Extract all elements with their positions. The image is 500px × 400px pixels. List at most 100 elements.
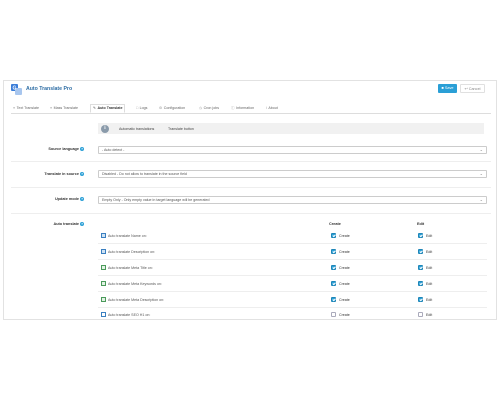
save-button-label: Save (444, 86, 454, 90)
help-icon[interactable]: ? (80, 172, 84, 176)
source-language-value: - Auto detect - (102, 148, 125, 152)
image-icon (101, 233, 106, 239)
edit-label: Edit (426, 234, 433, 238)
source-language-label-text: Source language (48, 147, 79, 151)
checkbox-checked-icon (418, 249, 423, 255)
create-label: Create (339, 250, 350, 254)
item-label: Auto translate SEO H1 on: (108, 313, 151, 317)
cancel-button-label: Cancel (468, 87, 481, 91)
edit-checkbox[interactable]: Edit (418, 249, 432, 255)
save-button[interactable]: ■ Save (438, 84, 457, 93)
tab-label: Auto Translate (97, 106, 123, 110)
update-mode-value: Empty Only - Only empty value in target … (102, 198, 210, 202)
row-divider (11, 161, 491, 162)
create-label: Create (339, 298, 350, 302)
auto-translate-label-text: Auto translate (53, 222, 79, 226)
help-icon[interactable]: ? (80, 222, 84, 226)
svg-text:G: G (13, 86, 17, 92)
cancel-button[interactable]: ↩ Cancel (460, 84, 485, 93)
checkbox-checked-icon (331, 233, 336, 239)
edit-checkbox[interactable]: Edit (418, 281, 432, 287)
list-item: Auto translate Description on: (101, 248, 155, 256)
tab-text-translate[interactable]: ≡ Text Translate (11, 104, 41, 113)
item-label: Auto translate Meta Keywords on: (108, 282, 162, 286)
item-label: Auto translate Name on: (108, 234, 147, 238)
edit-checkbox[interactable]: Edit (418, 265, 432, 271)
text-icon: ≡ (13, 106, 16, 110)
row-divider (98, 291, 487, 292)
chevron-down-icon: ⌄ (479, 171, 483, 176)
list-item: Auto translate Meta Keywords on: (101, 280, 162, 288)
row-divider (11, 187, 491, 188)
tab-divider (11, 113, 491, 114)
create-checkbox[interactable]: Create (331, 312, 350, 318)
item-label: Auto translate Meta Description on: (108, 298, 165, 302)
translate-in-source-select[interactable]: Disabled - Do not allow to translate in … (98, 170, 487, 178)
subtab-translate-button[interactable]: Translate button (168, 127, 194, 131)
create-checkbox[interactable]: Create (331, 265, 350, 271)
update-mode-label: Update mode? (55, 197, 84, 201)
row-divider (98, 307, 487, 308)
update-mode-select[interactable]: Empty Only - Only empty value in target … (98, 196, 487, 204)
item-label: Auto translate Meta Title on: (108, 266, 153, 270)
doc-icon: □ (136, 106, 139, 110)
row-divider (11, 213, 491, 214)
checkbox-unchecked-icon (331, 312, 336, 318)
auto-translate-label: Auto translate? (53, 222, 84, 226)
checkbox-checked-icon (418, 233, 423, 239)
create-label: Create (339, 266, 350, 270)
checkbox-checked-icon (331, 281, 336, 287)
edit-checkbox[interactable]: Edit (418, 297, 432, 303)
clock-icon: ◷ (199, 106, 203, 110)
list-item: Auto translate Meta Title on: (101, 264, 153, 272)
tab-mass-translate[interactable]: ≡ Mass Translate (48, 104, 80, 113)
list-item: Auto translate Meta Description on: (101, 296, 164, 304)
text-field-icon (101, 297, 106, 303)
image-icon (101, 249, 106, 255)
info-circle-icon: i (101, 124, 109, 133)
tab-label: About (268, 106, 278, 110)
checkbox-checked-icon (418, 297, 423, 303)
info-small-icon: i (266, 106, 267, 110)
create-checkbox[interactable]: Create (331, 249, 350, 255)
create-checkbox[interactable]: Create (331, 297, 350, 303)
column-create-header: Create (329, 222, 341, 226)
list-item: Auto translate SEO H1 on: (101, 311, 150, 319)
checkbox-checked-icon (331, 265, 336, 271)
translate-in-source-label: Translate in source? (44, 172, 84, 176)
source-language-select[interactable]: - Auto detect - ⌄ (98, 146, 487, 154)
checkbox-checked-icon (331, 249, 336, 255)
row-divider (98, 243, 487, 244)
help-icon[interactable]: ? (80, 147, 84, 151)
translate-logo-icon: G (11, 84, 22, 95)
create-label: Create (339, 313, 350, 317)
subtab-automatic-translations[interactable]: Automatic translations (119, 127, 154, 131)
edit-label: Edit (426, 250, 433, 254)
list-icon: ≡ (50, 106, 53, 110)
gear-icon: ⚙ (159, 106, 163, 110)
tab-configuration[interactable]: ⚙ Configuration (157, 104, 187, 113)
translate-in-source-label-text: Translate in source (44, 172, 79, 176)
help-icon[interactable]: ? (80, 197, 84, 201)
tab-label: Logs (139, 106, 148, 110)
edit-label: Edit (426, 282, 433, 286)
chevron-down-icon: ⌄ (479, 197, 483, 202)
checkbox-checked-icon (418, 281, 423, 287)
checkbox-unchecked-icon (418, 312, 423, 318)
edit-label: Edit (426, 298, 433, 302)
tab-auto-translate[interactable]: ✎ Auto Translate (90, 104, 126, 113)
create-checkbox[interactable]: Create (331, 233, 350, 239)
panel-header: G Auto Translate Pro ■ Save ↩ Cancel (4, 81, 496, 99)
tab-about[interactable]: i About (264, 104, 280, 113)
source-language-label: Source language? (48, 147, 84, 151)
tab-logs[interactable]: □ Logs (134, 104, 149, 113)
tab-cron-jobs[interactable]: ◷ Cron jobs (197, 104, 221, 113)
create-checkbox[interactable]: Create (331, 281, 350, 287)
edit-checkbox[interactable]: Edit (418, 312, 432, 318)
tab-label: Text Translate (16, 106, 39, 110)
edit-checkbox[interactable]: Edit (418, 233, 432, 239)
tab-information[interactable]: ⓘ Information (229, 104, 256, 113)
list-item: Auto translate Name on: (101, 232, 147, 240)
text-field-icon (101, 281, 106, 287)
tab-label: Configuration (163, 106, 186, 110)
